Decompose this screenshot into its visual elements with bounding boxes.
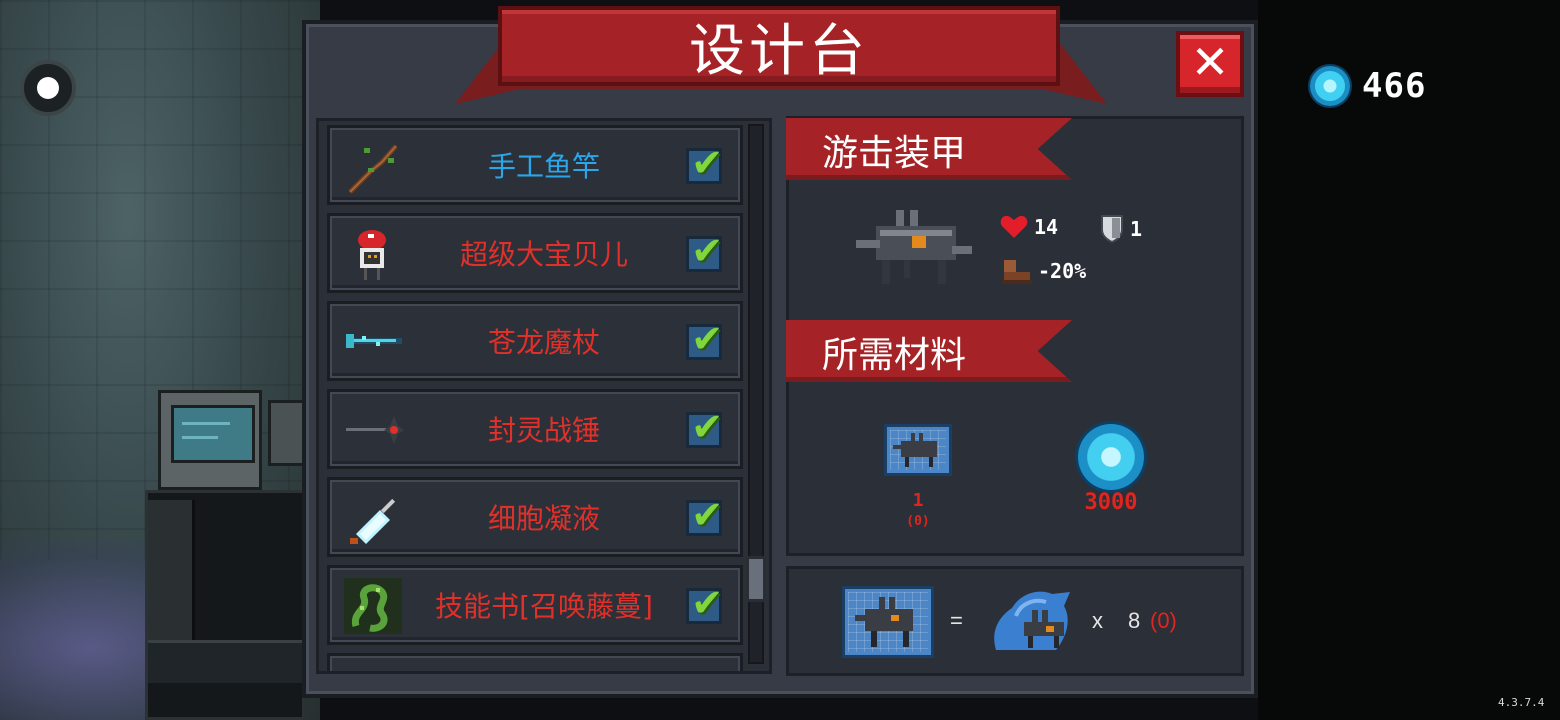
- list-item[interactable]: 封灵战锤 ✔: [327, 389, 743, 469]
- gem-material-icon: [1078, 424, 1144, 490]
- check-icon: ✔: [691, 229, 723, 273]
- close-button[interactable]: ✕: [1176, 31, 1244, 97]
- check-icon: ✔: [691, 581, 723, 625]
- blueprint-mech-icon: [855, 597, 913, 647]
- health-value: 14: [1034, 215, 1059, 239]
- owned-checkbox: ✔: [686, 229, 723, 273]
- recipe-quantity: 8: [1128, 608, 1141, 633]
- boot-icon: [1002, 260, 1032, 284]
- desk-shelf: [148, 640, 308, 683]
- item-name: 超级大宝贝儿: [459, 238, 628, 271]
- scroll-thumb[interactable]: [746, 556, 766, 602]
- owned-checkbox: ✔: [686, 317, 723, 361]
- blueprint-required-count: 1: [912, 490, 924, 511]
- list-item[interactable]: 超级大宝贝儿 ✔: [327, 213, 743, 293]
- cell-serum-icon: [350, 498, 396, 544]
- owned-checkbox: ✔: [686, 493, 723, 537]
- item-name: 苍龙魔杖: [487, 326, 600, 359]
- list-item[interactable]: 技能书[召唤藤蔓] ✔: [327, 565, 743, 645]
- shield-icon: [1101, 215, 1123, 244]
- speed-value: -20%: [1038, 259, 1087, 283]
- item-name: 手工鱼竿: [487, 150, 600, 183]
- panel-title: 设计台: [689, 18, 869, 84]
- list-item[interactable]: [327, 653, 743, 671]
- item-name: 细胞凝液: [487, 502, 600, 535]
- gem-icon: [1310, 66, 1350, 106]
- blueprint-mech-icon: [893, 433, 937, 467]
- close-icon: ✕: [1190, 35, 1230, 89]
- blueprint-fragment-icon: [994, 591, 1070, 650]
- list-item[interactable]: 细胞凝液 ✔: [327, 477, 743, 557]
- pause-button[interactable]: [20, 60, 76, 116]
- check-icon: ✔: [691, 317, 723, 361]
- war-hammer-icon: [346, 416, 404, 444]
- health-stat: 14: [1000, 214, 1058, 240]
- gem-counter: 466: [1310, 64, 1426, 108]
- recipe-times: x: [1092, 608, 1103, 633]
- owned-checkbox: ✔: [686, 141, 723, 185]
- background-dark: [1258, 0, 1560, 720]
- recipe-owned: (0): [1150, 608, 1177, 633]
- speed-stat: -20%: [1000, 258, 1086, 284]
- materials-title-ribbon: 所需材料: [786, 320, 1072, 382]
- guerrilla-armor-icon: [856, 210, 972, 284]
- owned-checkbox: ✔: [686, 405, 723, 449]
- armor-stat: 1: [1100, 214, 1142, 244]
- blueprint-result-icon: [842, 586, 934, 658]
- check-icon: ✔: [691, 405, 723, 449]
- fishing-rod-icon: [348, 144, 398, 194]
- list-item[interactable]: 苍龙魔杖 ✔: [327, 301, 743, 381]
- owned-checkbox: ✔: [686, 581, 723, 625]
- materials-title: 所需材料: [822, 335, 967, 376]
- gem-count: 466: [1362, 66, 1427, 106]
- version-label: 4.3.7.4: [1498, 696, 1545, 709]
- list-item[interactable]: 手工鱼竿 ✔: [327, 125, 743, 205]
- heart-icon: [1000, 215, 1028, 238]
- desk-leg: [148, 500, 195, 640]
- item-title: 游击装甲: [822, 133, 967, 174]
- title-banner: 设计台: [498, 6, 1060, 86]
- dragon-staff-icon: [346, 334, 402, 348]
- monitor-screen: [171, 405, 255, 463]
- blueprint-owned-count: (0): [906, 514, 930, 529]
- armor-value: 1: [1130, 217, 1143, 241]
- computer-monitor: [158, 390, 262, 490]
- blueprint-material-icon: [884, 424, 952, 476]
- pause-icon: [37, 77, 59, 99]
- item-title-ribbon: 游击装甲: [786, 118, 1072, 180]
- vine-skill-book-icon: [344, 578, 402, 634]
- check-icon: ✔: [691, 493, 723, 537]
- item-name: 技能书[召唤藤蔓]: [435, 590, 653, 623]
- recipe-equals: =: [950, 608, 963, 633]
- check-icon: ✔: [691, 141, 723, 185]
- baby-robot-icon: [358, 230, 386, 280]
- blueprint-list[interactable]: 手工鱼竿 ✔ 超级大宝贝儿 ✔ 苍龙魔杖 ✔ 封灵战锤 ✔ 细胞凝液 ✔ 技能书…: [316, 118, 772, 674]
- gem-cost: 3000: [1084, 490, 1138, 515]
- item-name: 封灵战锤: [487, 414, 600, 447]
